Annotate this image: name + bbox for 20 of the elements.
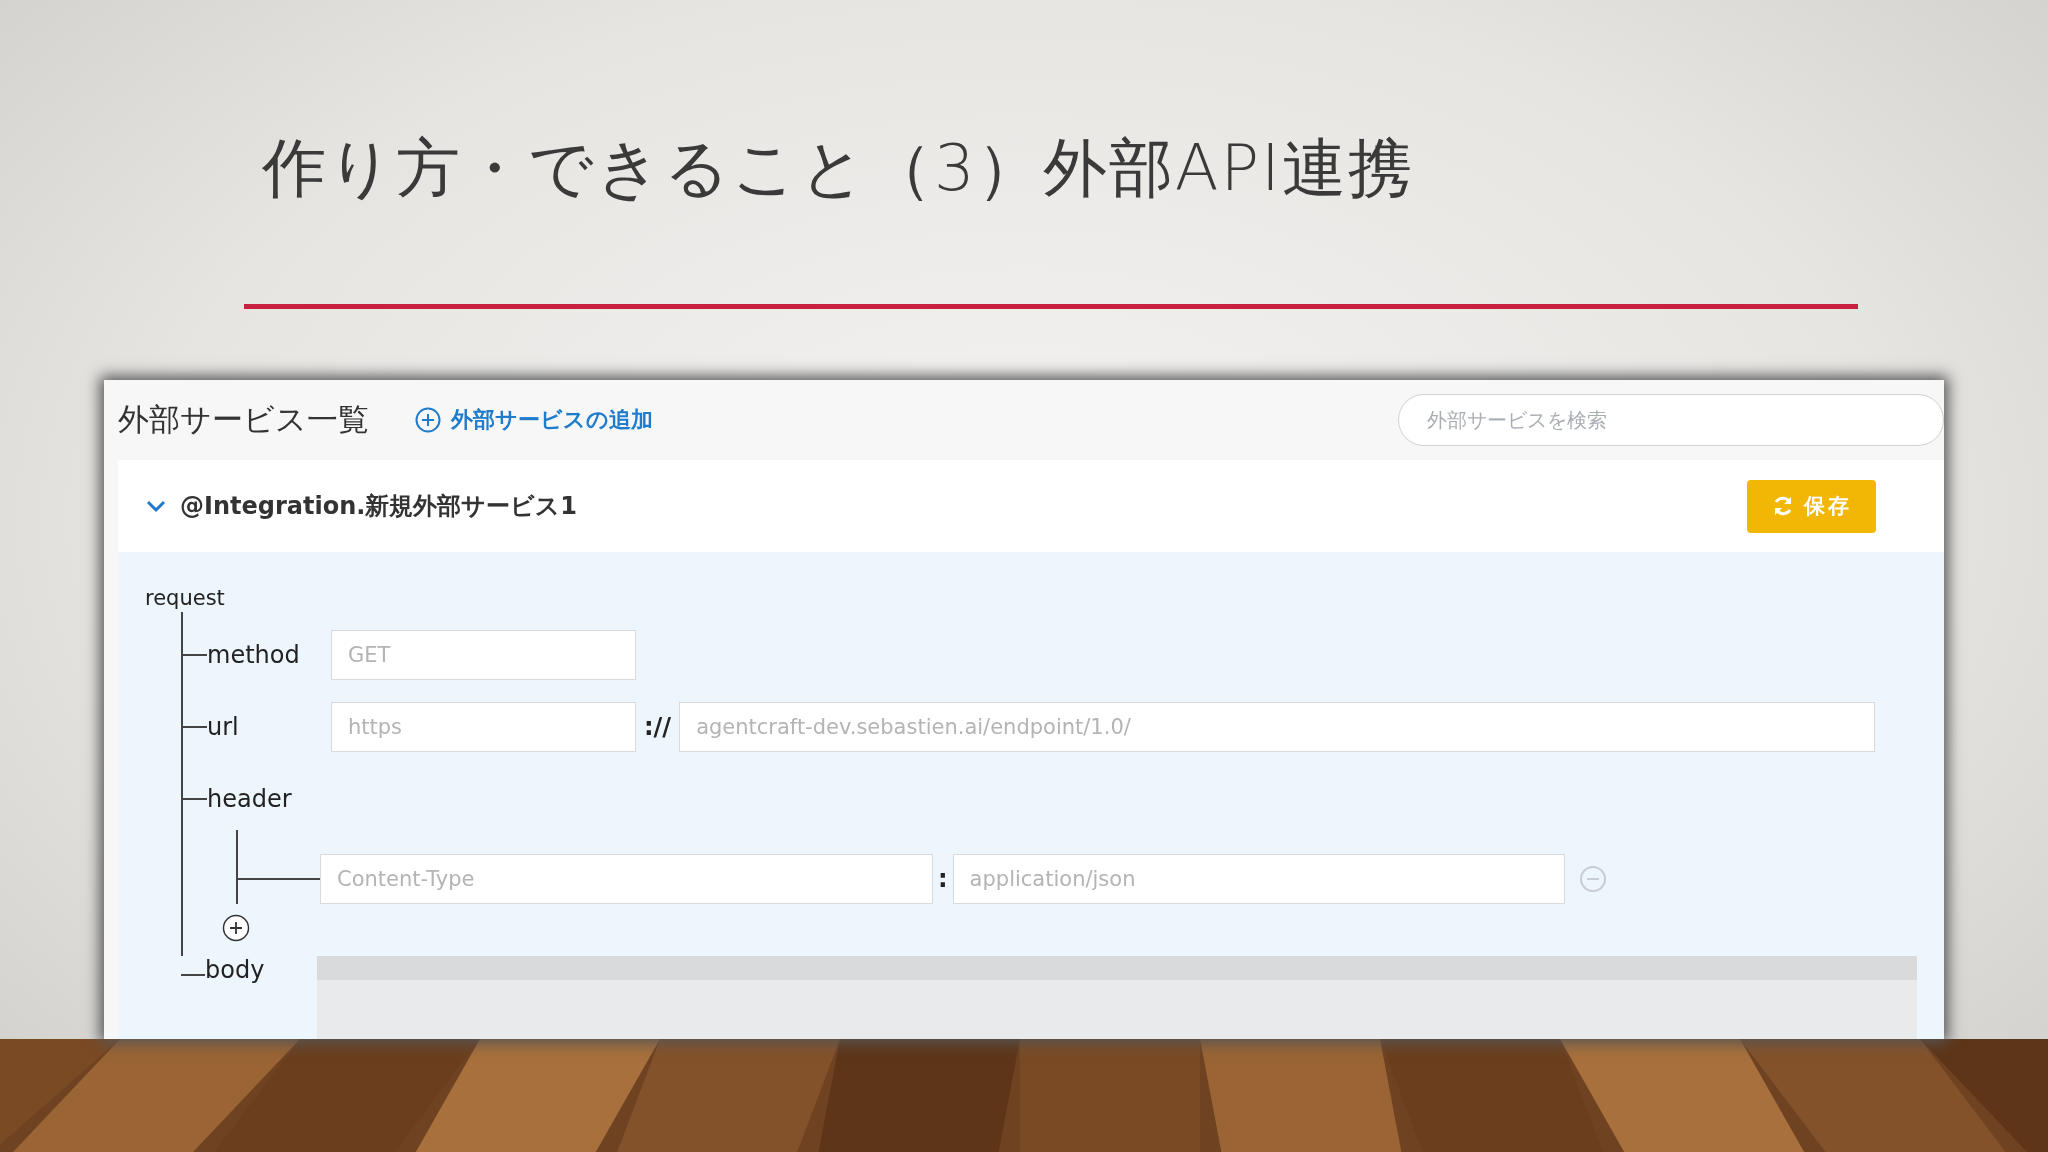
header-value-field[interactable]: application/json <box>952 854 1565 904</box>
tree-label: url <box>207 713 240 741</box>
header-key-field[interactable]: Content-Type <box>320 854 933 904</box>
method-field[interactable]: GET <box>331 630 636 680</box>
tree-label: request <box>145 586 226 610</box>
add-service-link[interactable]: 外部サービスの追加 <box>415 405 653 435</box>
plus-circle-icon <box>415 407 441 433</box>
tree-label: header <box>207 785 293 813</box>
tree-label: body <box>205 956 266 984</box>
page-title: 外部サービス一覧 <box>118 400 369 439</box>
service-name: @Integration.新規外部サービス1 <box>180 491 578 522</box>
search-field[interactable]: 外部サービスを検索 <box>1398 394 1944 446</box>
chevron-icon[interactable] <box>146 499 166 513</box>
url-field[interactable]: agentcraft-dev.sebastien.ai/endpoint/1.0/ <box>679 702 1876 752</box>
add-icon[interactable] <box>222 914 250 942</box>
header-separator: : <box>938 865 948 893</box>
scheme-field[interactable]: https <box>331 702 636 752</box>
tree-label: method <box>207 641 301 669</box>
url-separator: :// <box>644 713 672 741</box>
slide-title: 作り方・できること（3）外部API連携 <box>262 130 1414 207</box>
